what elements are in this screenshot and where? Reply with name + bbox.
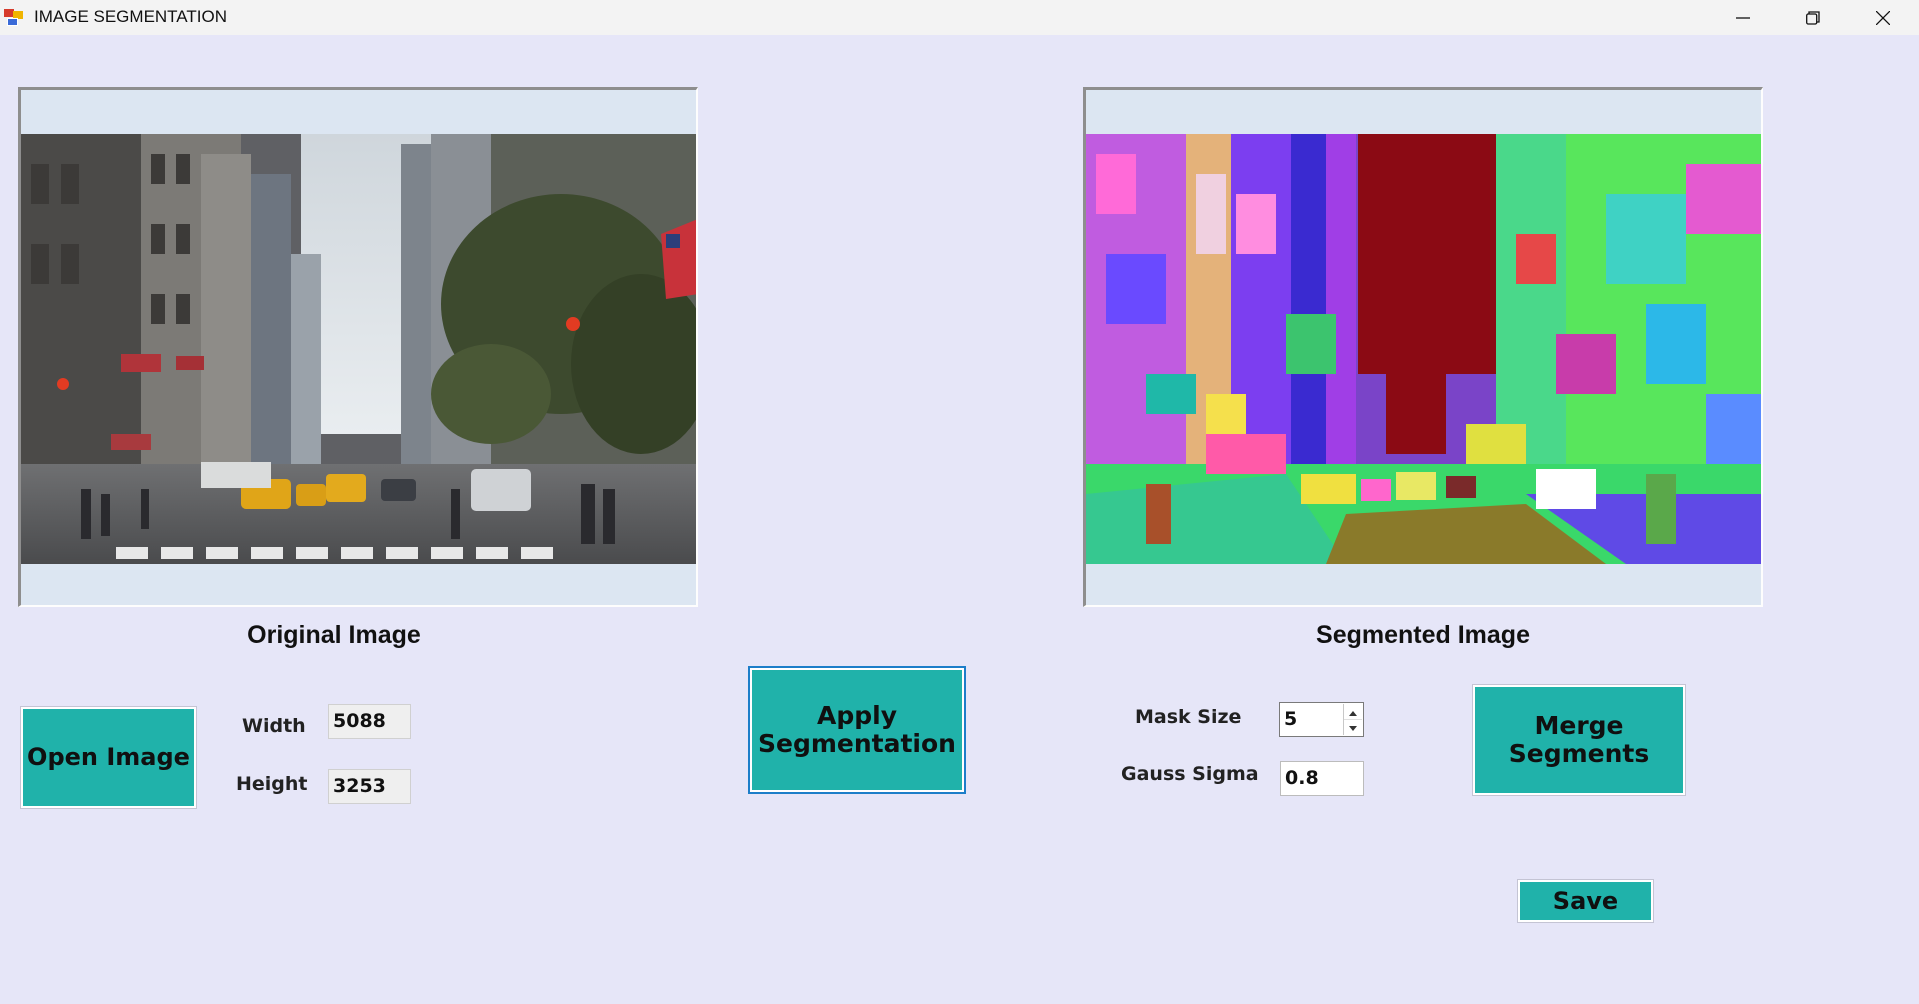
segmented-image	[1086, 134, 1761, 564]
mask-size-spinner[interactable]	[1343, 704, 1362, 735]
spin-down-button[interactable]	[1344, 719, 1362, 734]
apply-segmentation-button[interactable]: Apply Segmentation	[748, 666, 966, 794]
width-field: 5088	[328, 704, 411, 739]
window-title: IMAGE SEGMENTATION	[34, 7, 227, 26]
save-button[interactable]: Save	[1517, 879, 1654, 923]
original-image-box	[18, 87, 698, 607]
minimize-icon	[1736, 17, 1750, 19]
gauss-sigma-label: Gauss Sigma	[1121, 763, 1259, 785]
height-label: Height	[236, 773, 308, 795]
width-label: Width	[242, 715, 306, 737]
chevron-down-icon	[1349, 726, 1357, 731]
mask-size-stepper[interactable]: 5	[1279, 702, 1364, 737]
spin-up-button[interactable]	[1344, 704, 1362, 720]
height-field: 3253	[328, 769, 411, 804]
segmented-image-caption: Segmented Image	[1316, 621, 1530, 649]
gauss-sigma-input[interactable]: 0.8	[1280, 761, 1364, 796]
segmented-image-box	[1083, 87, 1763, 607]
close-icon	[1876, 11, 1890, 25]
restore-button[interactable]	[1779, 0, 1847, 35]
merge-segments-button[interactable]: Merge Segments	[1472, 684, 1686, 796]
mask-size-value: 5	[1284, 708, 1298, 730]
close-button[interactable]	[1849, 0, 1917, 35]
app-icon	[4, 9, 23, 26]
original-image-caption: Original Image	[247, 621, 421, 649]
open-image-button[interactable]: Open Image	[20, 706, 197, 809]
mask-size-label: Mask Size	[1135, 706, 1242, 728]
restore-icon	[1806, 11, 1820, 25]
original-image	[21, 134, 696, 564]
minimize-button[interactable]	[1709, 0, 1777, 35]
title-bar: IMAGE SEGMENTATION	[0, 0, 1919, 35]
